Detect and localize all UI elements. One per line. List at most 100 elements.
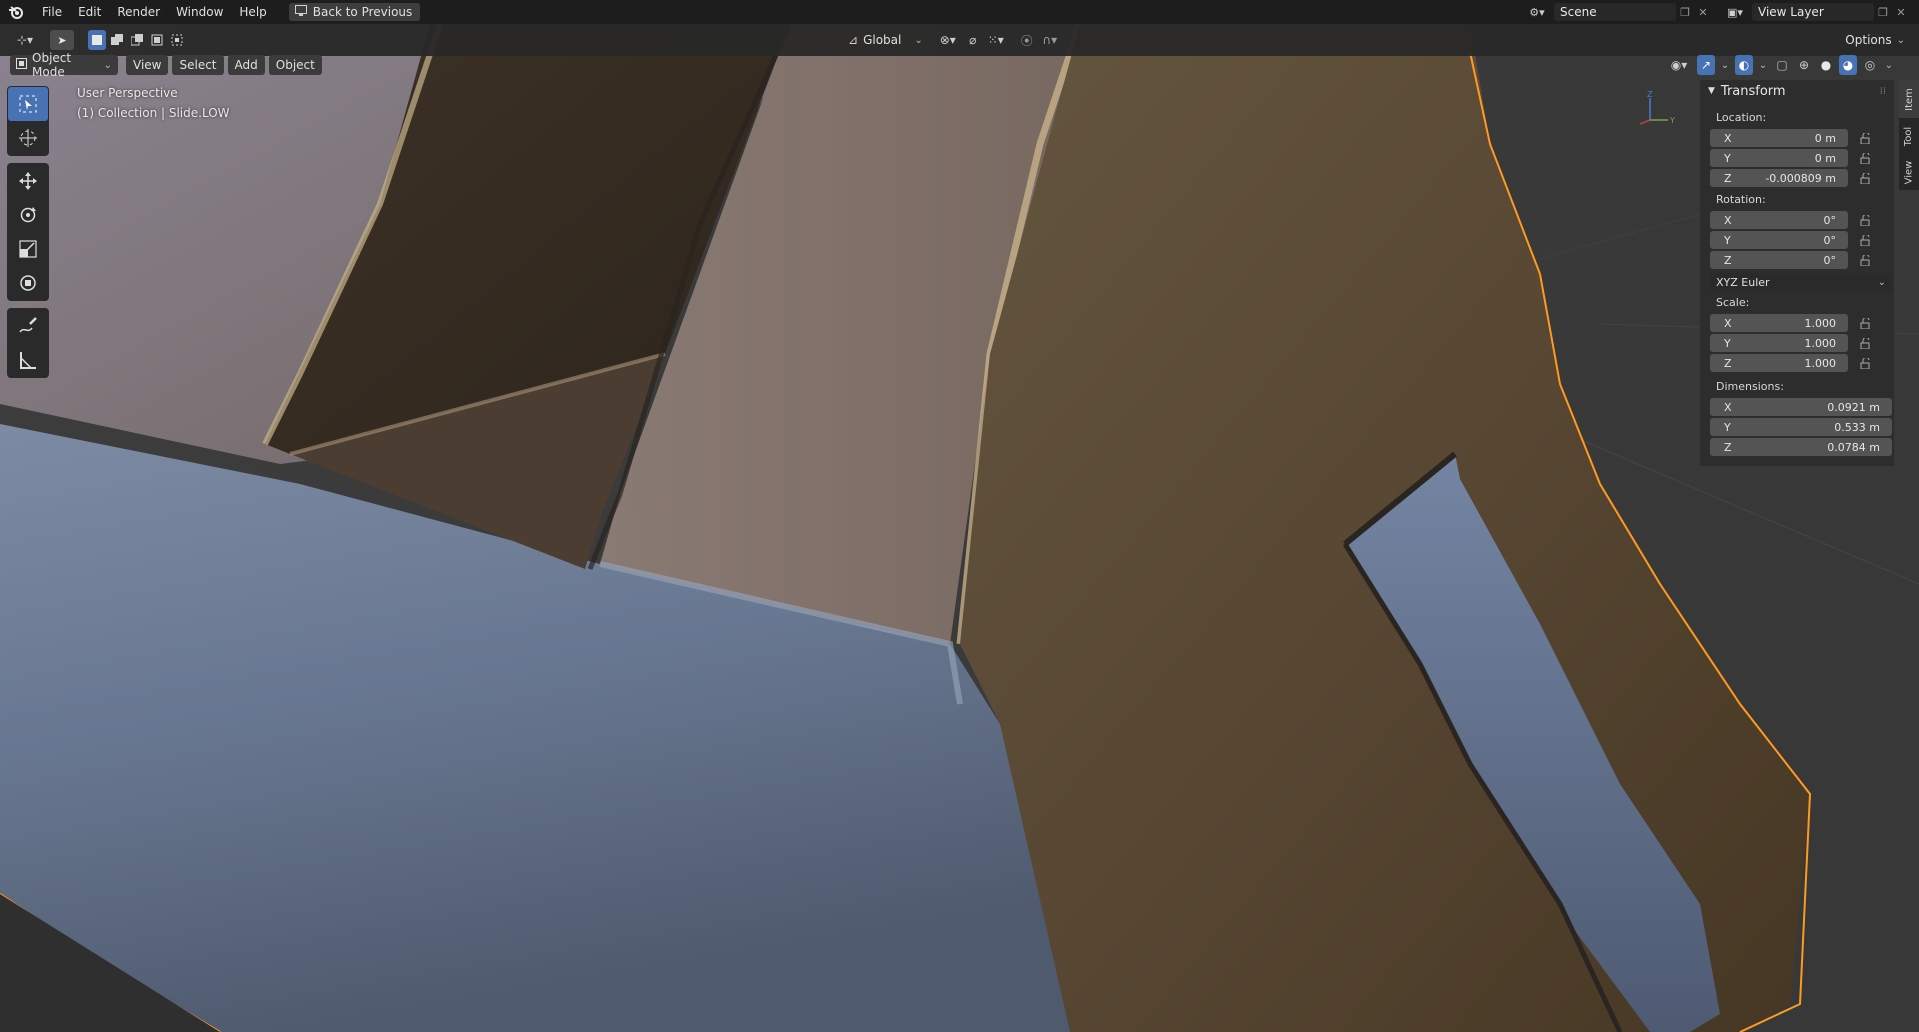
scene-name-field[interactable]: Scene bbox=[1554, 3, 1676, 21]
scale-x-field[interactable]: X 1.000 bbox=[1710, 314, 1848, 332]
gizmo-toggle-icon[interactable]: ↗ bbox=[1697, 55, 1715, 75]
cursor-tool-icon[interactable] bbox=[8, 121, 48, 155]
tab-view[interactable]: View bbox=[1899, 154, 1919, 190]
gizmo-z-label: Z bbox=[1647, 90, 1653, 99]
tab-tool[interactable]: Tool bbox=[1899, 118, 1919, 154]
lock-icon[interactable] bbox=[1848, 172, 1884, 184]
menu-help[interactable]: Help bbox=[231, 2, 274, 22]
location-y-field[interactable]: Y 0 m bbox=[1710, 149, 1848, 167]
proportional-edit-icon[interactable]: ⦿ bbox=[1017, 30, 1037, 50]
solid-shading-icon[interactable]: ● bbox=[1817, 55, 1835, 75]
scale-x-value: 1.000 bbox=[1804, 316, 1837, 330]
location-y-value: 0 m bbox=[1814, 151, 1836, 165]
transform-orientation-label: Global bbox=[863, 33, 902, 47]
lock-icon[interactable] bbox=[1848, 357, 1884, 369]
tab-item[interactable]: Item bbox=[1899, 80, 1919, 118]
blender-logo-icon[interactable] bbox=[6, 2, 26, 22]
chevron-down-icon[interactable]: ⌄ bbox=[1719, 55, 1731, 75]
scale-z-field[interactable]: Z 1.000 bbox=[1710, 354, 1848, 372]
location-z-field[interactable]: Z -0.000809 m bbox=[1710, 169, 1848, 187]
select-subtract-icon[interactable] bbox=[128, 30, 146, 50]
dimensions-x-field[interactable]: X 0.0921 m bbox=[1710, 398, 1892, 416]
lock-icon[interactable] bbox=[1848, 152, 1884, 164]
location-label: Location: bbox=[1716, 111, 1767, 124]
location-x-field[interactable]: X 0 m bbox=[1710, 129, 1848, 147]
menu-render[interactable]: Render bbox=[109, 2, 168, 22]
menu-file[interactable]: File bbox=[34, 2, 70, 22]
wireframe-shading-icon[interactable]: ⊕ bbox=[1795, 55, 1813, 75]
transform-orientation-dropdown[interactable]: ⊿ Global ⌄ bbox=[842, 30, 929, 50]
axis-label: Y bbox=[1724, 151, 1731, 165]
chevron-down-icon[interactable]: ⌄ bbox=[1757, 55, 1769, 75]
dimensions-z-field[interactable]: Z 0.0784 m bbox=[1710, 438, 1892, 456]
axis-label: Z bbox=[1724, 356, 1732, 370]
select-extend-icon[interactable] bbox=[108, 30, 126, 50]
editor-type-button[interactable]: ⊹▾ bbox=[10, 30, 40, 50]
back-to-previous-button[interactable]: Back to Previous bbox=[288, 3, 421, 21]
scale-y-field[interactable]: Y 1.000 bbox=[1710, 334, 1848, 352]
select-menu[interactable]: Select bbox=[172, 55, 224, 75]
snap-target-icon[interactable]: ⁙▾ bbox=[983, 30, 1009, 50]
transform-tool-icon[interactable] bbox=[8, 266, 48, 300]
material-shading-icon[interactable]: ◕ bbox=[1839, 55, 1857, 75]
view-menu[interactable]: View bbox=[126, 55, 169, 75]
view-layer-copy-icon[interactable]: ❐ bbox=[1874, 3, 1892, 21]
select-new-icon[interactable] bbox=[88, 30, 106, 50]
select-intersect-icon[interactable] bbox=[168, 30, 186, 50]
view-layer-close-icon[interactable]: ✕ bbox=[1892, 3, 1910, 21]
scene-icon[interactable]: ⚙▾ bbox=[1524, 3, 1550, 21]
snap-toggle-icon[interactable]: ⌀ bbox=[963, 30, 983, 50]
rotate-tool-icon[interactable] bbox=[8, 198, 48, 232]
view-layer-name-field[interactable]: View Layer bbox=[1752, 3, 1874, 21]
rotation-mode-dropdown[interactable]: XYZ Euler ⌄ bbox=[1710, 273, 1892, 291]
transform-panel-header[interactable]: ▼ Transform ⁞⁞ bbox=[1700, 80, 1894, 102]
add-menu[interactable]: Add bbox=[227, 55, 265, 75]
scene-close-icon[interactable]: ✕ bbox=[1694, 3, 1712, 21]
pivot-point-icon[interactable]: ⊗▾ bbox=[933, 30, 963, 50]
lock-icon[interactable] bbox=[1848, 214, 1884, 226]
view-layer-selector[interactable]: ▣▾ View Layer ❐ ✕ bbox=[1722, 2, 1910, 22]
3d-viewport[interactable]: Z Y User Perspective (1) Collection | Sl… bbox=[0, 24, 1919, 1032]
chevron-down-icon[interactable]: ⌄ bbox=[1883, 55, 1895, 75]
xray-toggle-icon[interactable]: ▢ bbox=[1773, 55, 1791, 75]
location-z-row: Z -0.000809 m bbox=[1700, 168, 1894, 188]
select-tool-dropdown[interactable]: ➤ bbox=[50, 30, 74, 50]
viewport-render[interactable] bbox=[0, 24, 1919, 1032]
transform-panel: ▼ Transform ⁞⁞ Location: X 0 m Y 0 m Z -0.0… bbox=[1700, 80, 1894, 466]
dimensions-y-field[interactable]: Y 0.533 m bbox=[1710, 418, 1892, 436]
rotation-x-field[interactable]: X 0° bbox=[1710, 211, 1848, 229]
annotate-tool-icon[interactable] bbox=[8, 309, 48, 343]
viewport-shading-controls: ◉▾ ↗ ⌄ ◐ ⌄ ▢ ⊕ ● ◕ ◎ ⌄ bbox=[1665, 54, 1895, 76]
rotation-z-field[interactable]: Z 0° bbox=[1710, 251, 1848, 269]
visibility-icon[interactable]: ◉▾ bbox=[1665, 55, 1693, 75]
axis-label: Z bbox=[1724, 171, 1732, 185]
select-box-tool-icon[interactable] bbox=[8, 87, 48, 121]
overlays-toggle-icon[interactable]: ◐ bbox=[1735, 55, 1753, 75]
rotation-y-field[interactable]: Y 0° bbox=[1710, 231, 1848, 249]
select-invert-icon[interactable] bbox=[148, 30, 166, 50]
falloff-icon[interactable]: ∩▾ bbox=[1037, 30, 1063, 50]
selection-mode-group bbox=[88, 30, 186, 50]
lock-icon[interactable] bbox=[1848, 317, 1884, 329]
transform-title: Transform bbox=[1720, 83, 1786, 99]
rendered-shading-icon[interactable]: ◎ bbox=[1861, 55, 1879, 75]
view-layer-icon[interactable]: ▣▾ bbox=[1722, 3, 1748, 21]
scale-tool-icon[interactable] bbox=[8, 232, 48, 266]
lock-icon[interactable] bbox=[1848, 132, 1884, 144]
object-mode-dropdown[interactable]: Object Mode ⌄ bbox=[10, 51, 118, 79]
drag-handle-icon[interactable]: ⁞⁞ bbox=[1880, 86, 1886, 97]
menu-window[interactable]: Window bbox=[168, 2, 231, 22]
scene-copy-icon[interactable]: ❐ bbox=[1676, 3, 1694, 21]
dimensions-z-row: Z 0.0784 m bbox=[1700, 437, 1894, 457]
scene-selector[interactable]: ⚙▾ Scene ❐ ✕ bbox=[1524, 2, 1712, 22]
lock-icon[interactable] bbox=[1848, 234, 1884, 246]
axis-gizmo[interactable]: Z Y bbox=[1630, 88, 1680, 138]
menu-edit[interactable]: Edit bbox=[70, 2, 109, 22]
lock-icon[interactable] bbox=[1848, 254, 1884, 266]
move-tool-icon[interactable] bbox=[8, 164, 48, 198]
object-menu[interactable]: Object bbox=[268, 55, 322, 75]
axis-label: Y bbox=[1724, 420, 1731, 434]
lock-icon[interactable] bbox=[1848, 337, 1884, 349]
options-dropdown[interactable]: Options ⌄ bbox=[1839, 30, 1911, 50]
measure-tool-icon[interactable] bbox=[8, 343, 48, 377]
